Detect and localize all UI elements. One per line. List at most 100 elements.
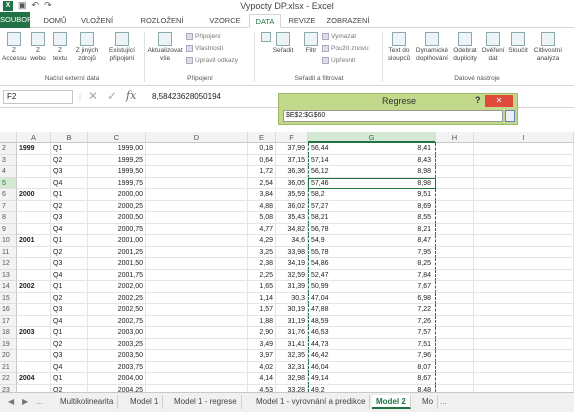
cell-g[interactable]: 46,04 8,07: [308, 361, 436, 373]
clear-filter-button[interactable]: Vymazat: [322, 33, 356, 41]
cell-g[interactable]: 48,59 7,26: [308, 315, 436, 327]
cell-empty[interactable]: [436, 200, 474, 212]
cell-g[interactable]: 44,73 7,51: [308, 338, 436, 350]
cell-f[interactable]: 37,99: [276, 143, 308, 155]
cell-quarter[interactable]: Q2: [51, 154, 88, 166]
cell-empty[interactable]: [436, 189, 474, 201]
cell-empty[interactable]: [436, 223, 474, 235]
cell-g[interactable]: 49,14 8,67: [308, 373, 436, 385]
tab-insert[interactable]: VLOŽENÍ: [76, 14, 118, 28]
cell-year[interactable]: 2003: [17, 327, 51, 339]
row-header[interactable]: 23: [0, 384, 17, 392]
cell-e[interactable]: 4,88: [248, 200, 276, 212]
cell-f[interactable]: 36,36: [276, 166, 308, 178]
cell-empty[interactable]: [436, 166, 474, 178]
cell-empty[interactable]: [436, 281, 474, 293]
cell-year[interactable]: [17, 350, 51, 362]
cell-time[interactable]: 2003,00: [88, 327, 146, 339]
column-header-c[interactable]: C: [88, 132, 146, 143]
cell-empty[interactable]: [436, 143, 474, 155]
cell-time[interactable]: 2001,00: [88, 235, 146, 247]
cell-empty[interactable]: [146, 223, 248, 235]
cell-empty[interactable]: [474, 212, 574, 224]
row-header[interactable]: 10: [0, 235, 17, 247]
cell-time[interactable]: 2000,50: [88, 212, 146, 224]
cell-quarter[interactable]: Q4: [51, 223, 88, 235]
cell-empty[interactable]: [474, 373, 574, 385]
cell-time[interactable]: 2004,25: [88, 384, 146, 392]
row-header[interactable]: 6: [0, 189, 17, 201]
cell-f[interactable]: 32,35: [276, 350, 308, 362]
existing-connections-button[interactable]: Existující připojení: [104, 32, 140, 63]
cell-quarter[interactable]: Q2: [51, 292, 88, 304]
name-box[interactable]: F2: [3, 90, 73, 104]
cell-empty[interactable]: [474, 269, 574, 281]
cell-time[interactable]: 2002,00: [88, 281, 146, 293]
data-validation-button[interactable]: Ověření dat: [480, 32, 506, 63]
cell-e[interactable]: 2,25: [248, 269, 276, 281]
cell-empty[interactable]: [146, 143, 248, 155]
cell-empty[interactable]: [146, 304, 248, 316]
cell-empty[interactable]: [474, 166, 574, 178]
cell-f[interactable]: 37,15: [276, 154, 308, 166]
cell-empty[interactable]: [474, 327, 574, 339]
cell-empty[interactable]: [146, 327, 248, 339]
sheet-tab[interactable]: Model 1: [126, 395, 164, 409]
cell-quarter[interactable]: Q3: [51, 350, 88, 362]
cell-time[interactable]: 2002,50: [88, 304, 146, 316]
cell-e[interactable]: 4,14: [248, 373, 276, 385]
cell-year[interactable]: [17, 258, 51, 270]
cell-empty[interactable]: [146, 235, 248, 247]
cell-empty[interactable]: [146, 373, 248, 385]
cell-g[interactable]: 46,42 7,96: [308, 350, 436, 362]
cell-empty[interactable]: [474, 281, 574, 293]
cell-time[interactable]: 2001,25: [88, 246, 146, 258]
cell-time[interactable]: 2004,00: [88, 373, 146, 385]
refresh-all-button[interactable]: Aktualizovat vše: [146, 32, 184, 63]
cell-g[interactable]: 57,27 8,69: [308, 200, 436, 212]
row-header[interactable]: 3: [0, 154, 17, 166]
range-input[interactable]: $E$2:$G$60: [283, 110, 503, 122]
cell-empty[interactable]: [474, 246, 574, 258]
cell-empty[interactable]: [474, 361, 574, 373]
cell-year[interactable]: [17, 292, 51, 304]
cell-f[interactable]: 32,59: [276, 269, 308, 281]
cell-time[interactable]: 2002,75: [88, 315, 146, 327]
tab-review[interactable]: REVIZE: [285, 14, 319, 28]
cell-quarter[interactable]: Q4: [51, 361, 88, 373]
cell-quarter[interactable]: Q1: [51, 189, 88, 201]
cell-e[interactable]: 4,29: [248, 235, 276, 247]
cell-empty[interactable]: [436, 212, 474, 224]
cell-empty[interactable]: [146, 166, 248, 178]
remove-duplicates-button[interactable]: Odebrat duplicity: [450, 32, 480, 63]
cell-g[interactable]: 58,2 9,51: [308, 189, 436, 201]
advanced-filter-button[interactable]: Upřesnit: [322, 57, 355, 65]
cell-time[interactable]: 1999,00: [88, 143, 146, 155]
flash-fill-button[interactable]: Dynamické doplňování: [414, 32, 450, 63]
cell-empty[interactable]: [436, 246, 474, 258]
column-header-g[interactable]: G: [308, 132, 436, 143]
cell-time[interactable]: 2000,00: [88, 189, 146, 201]
cell-empty[interactable]: [474, 189, 574, 201]
row-header[interactable]: 16: [0, 304, 17, 316]
sheet-tab[interactable]: Model 1 - regrese: [170, 395, 242, 409]
tab-formulas[interactable]: VZORCE: [205, 14, 245, 28]
more-sheets-right-icon[interactable]: ...: [440, 397, 447, 406]
cell-e[interactable]: 3,84: [248, 189, 276, 201]
cell-f[interactable]: 31,41: [276, 338, 308, 350]
expand-dialog-icon[interactable]: [505, 110, 515, 122]
cell-time[interactable]: 2003,75: [88, 361, 146, 373]
cell-e[interactable]: 1,57: [248, 304, 276, 316]
cell-e[interactable]: 3,25: [248, 246, 276, 258]
cell-year[interactable]: [17, 338, 51, 350]
cell-year[interactable]: 2002: [17, 281, 51, 293]
cell-e[interactable]: 1,72: [248, 166, 276, 178]
select-all-corner[interactable]: [0, 132, 17, 143]
cell-g[interactable]: 56,12 8,98: [308, 166, 436, 178]
cell-e[interactable]: 1,14: [248, 292, 276, 304]
next-sheet-icon[interactable]: ▶: [22, 397, 28, 406]
row-header[interactable]: 15: [0, 292, 17, 304]
cell-time[interactable]: 1999,75: [88, 177, 146, 189]
sheet-tab[interactable]: Model 1 - vyrovnání a predikce: [252, 395, 371, 409]
cell-g[interactable]: 57,46 8,98: [308, 177, 436, 189]
